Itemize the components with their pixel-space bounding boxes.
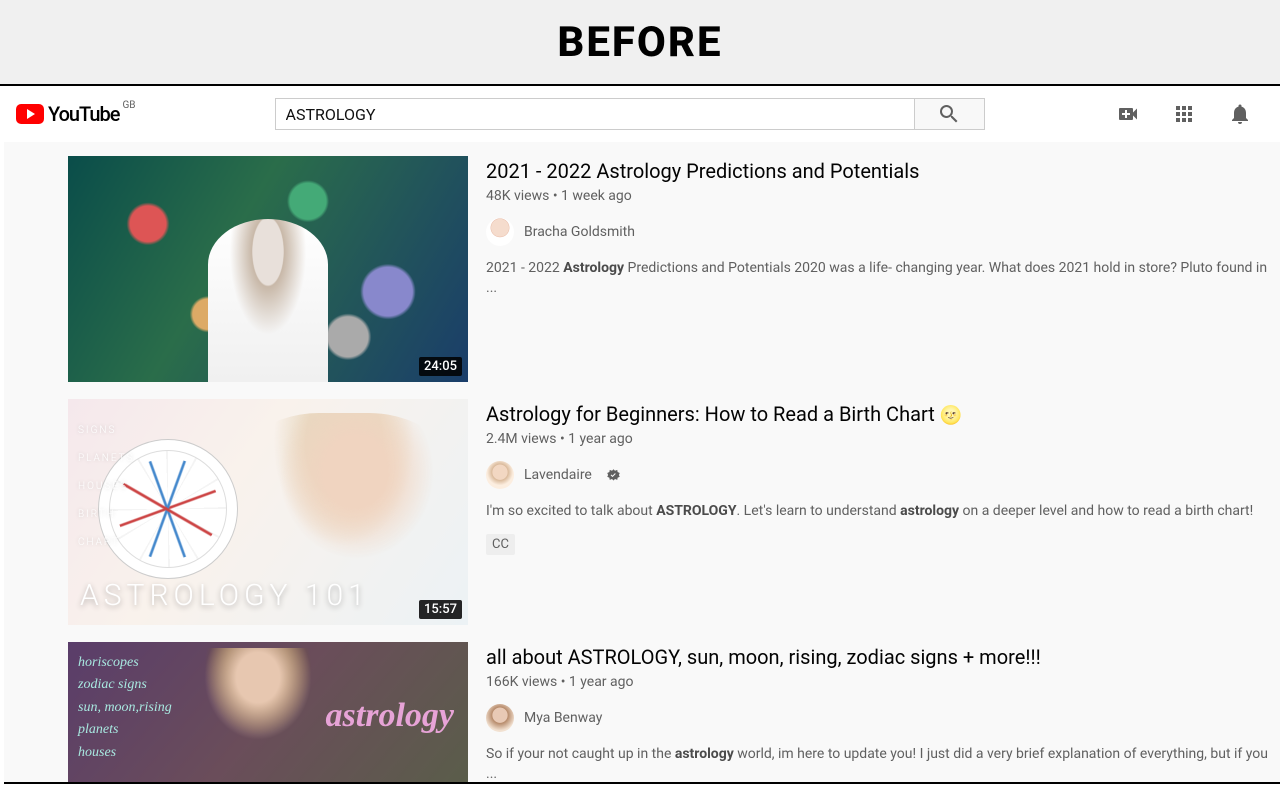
search-button[interactable]	[915, 98, 985, 130]
before-banner: BEFORE	[0, 0, 1280, 86]
search-icon	[937, 102, 961, 126]
channel-name: Bracha Goldsmith	[524, 224, 635, 240]
thumb-overlay-title: ASTROLOGY 101	[80, 578, 370, 613]
thumb-person-graphic	[168, 648, 348, 782]
notifications-bell-icon[interactable]	[1228, 102, 1252, 126]
video-title[interactable]: Astrology for Beginners: How to Read a B…	[486, 402, 962, 426]
channel-avatar	[486, 461, 514, 489]
logo-brand-text: YouTube	[48, 102, 120, 126]
create-video-icon[interactable]	[1116, 102, 1140, 126]
video-result: 24:05 2021 - 2022 Astrology Predictions …	[68, 156, 1280, 382]
video-duration: 24:05	[419, 357, 462, 376]
video-stats: 2.4M views • 1 year ago	[486, 431, 1280, 447]
channel-link[interactable]: Lavendaire	[486, 461, 1280, 489]
apps-grid-icon[interactable]	[1172, 102, 1196, 126]
video-stats: 48K views • 1 week ago	[486, 188, 1280, 204]
video-stats: 166K views • 1 year ago	[486, 674, 1280, 690]
results-area: 24:05 2021 - 2022 Astrology Predictions …	[4, 142, 1280, 784]
video-title[interactable]: all about ASTROLOGY, sun, moon, rising, …	[486, 645, 1041, 669]
logo-region: GB	[122, 100, 135, 111]
video-description: So if your not caught up in the astrolog…	[486, 744, 1280, 784]
topbar: YouTube GB	[0, 86, 1280, 142]
thumb-overlay-word: astrology	[326, 697, 454, 735]
video-result: SIGNS PLANETS HOUSES BIRTH CHART ASTROLO…	[68, 399, 1280, 625]
video-title[interactable]: 2021 - 2022 Astrology Predictions and Po…	[486, 159, 919, 183]
channel-link[interactable]: Bracha Goldsmith	[486, 218, 1280, 246]
verified-badge-icon	[606, 468, 621, 483]
youtube-logo[interactable]: YouTube GB	[16, 102, 120, 126]
search-input[interactable]	[275, 98, 915, 130]
video-description: 2021 - 2022 Astrology Predictions and Po…	[486, 258, 1280, 299]
video-thumbnail[interactable]: SIGNS PLANETS HOUSES BIRTH CHART ASTROLO…	[68, 399, 468, 625]
video-duration: 15:57	[419, 600, 462, 619]
search-form	[275, 98, 985, 130]
video-result: horiscopes zodiac signs sun, moon,rising…	[68, 642, 1280, 784]
channel-name: Mya Benway	[524, 710, 602, 726]
video-thumbnail[interactable]: 24:05	[68, 156, 468, 382]
closed-captions-badge: CC	[486, 534, 515, 555]
thumb-overlay-labels: SIGNS PLANETS HOUSES BIRTH CHART	[78, 417, 135, 557]
youtube-play-icon	[16, 104, 44, 124]
banner-label: BEFORE	[557, 18, 722, 67]
channel-link[interactable]: Mya Benway	[486, 704, 1280, 732]
channel-name: Lavendaire	[524, 467, 592, 483]
thumb-overlay-labels: horiscopes zodiac signs sun, moon,rising…	[78, 652, 172, 764]
video-thumbnail[interactable]: horiscopes zodiac signs sun, moon,rising…	[68, 642, 468, 782]
topbar-actions	[1116, 86, 1252, 142]
channel-avatar	[486, 704, 514, 732]
channel-avatar	[486, 218, 514, 246]
video-description: I'm so excited to talk about ASTROLOGY. …	[486, 501, 1280, 521]
